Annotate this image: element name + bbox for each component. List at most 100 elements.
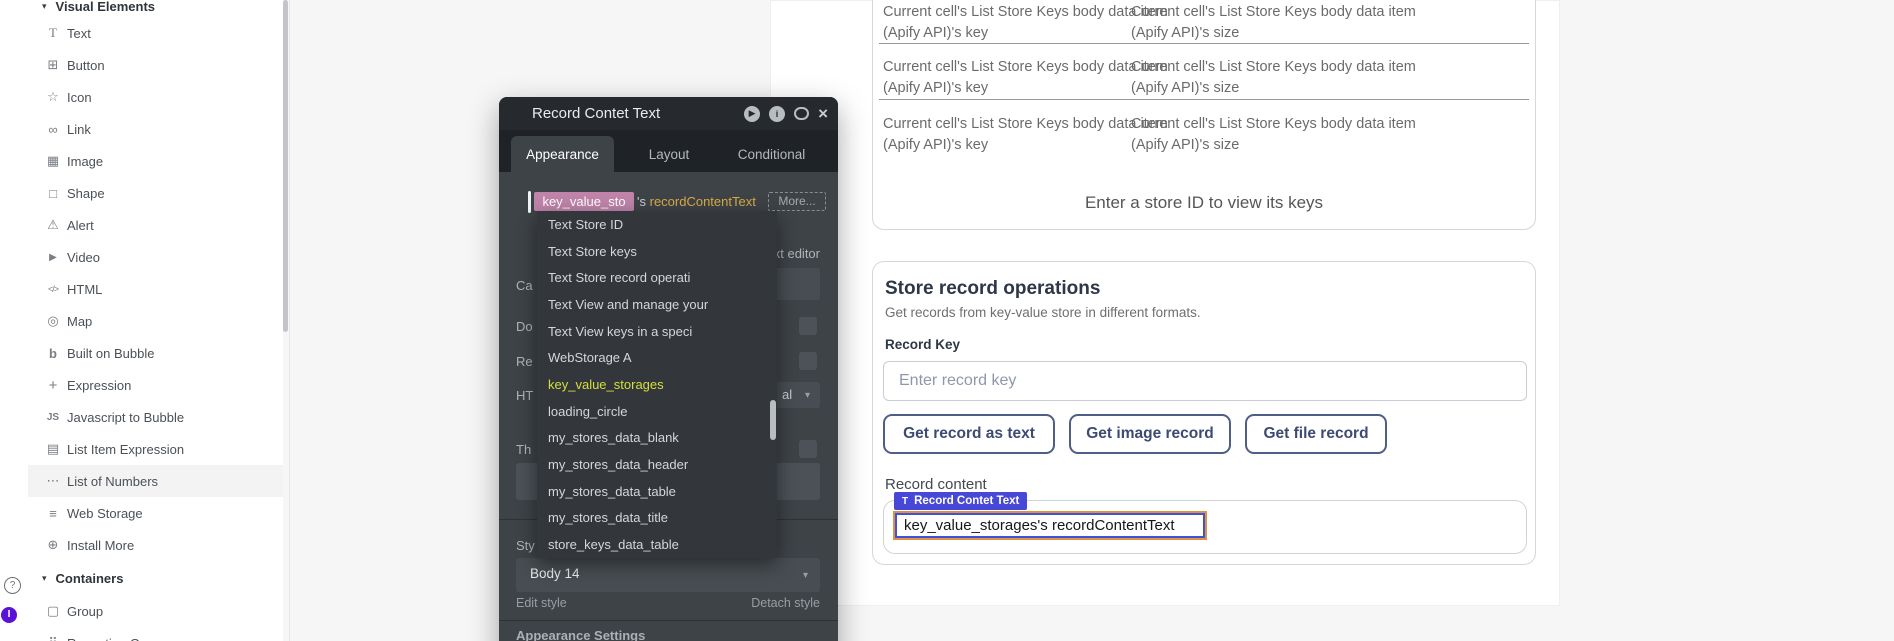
dropdown-item[interactable]: my_stores_data_title bbox=[537, 505, 777, 532]
key-cell-text[interactable]: Current cell's List Store Keys body data… bbox=[883, 2, 1168, 44]
size-cell-text[interactable]: Current cell's List Store Keys body data… bbox=[1131, 2, 1416, 44]
comment-icon[interactable] bbox=[794, 107, 809, 120]
dropdown-item[interactable]: WebStorage A bbox=[537, 344, 777, 371]
dropdown-scrollbar[interactable] bbox=[770, 400, 776, 440]
tab-layout[interactable]: Layout bbox=[629, 136, 709, 172]
text-cursor bbox=[528, 191, 531, 213]
selected-text-element[interactable]: key_value_storages's recordContentText bbox=[893, 511, 1207, 540]
expression-field[interactable]: recordContentText bbox=[650, 194, 756, 209]
appearance-settings-heading: Appearance Settings bbox=[516, 628, 645, 641]
text-icon: T bbox=[39, 25, 67, 41]
dynamic-data-dropdown: Text Store ID Text Store keys Text Store… bbox=[537, 211, 777, 558]
property-editor: Record Contet Text ▶ i × Appearance Layo… bbox=[499, 97, 838, 641]
label-partial-th: Th bbox=[516, 442, 536, 457]
sidebar-item-list-item-expression[interactable]: ▤List Item Expression bbox=[28, 433, 283, 465]
sidebar-item-map[interactable]: ◎Map bbox=[28, 305, 283, 337]
sidebar-item-icon[interactable]: ☆Icon bbox=[28, 81, 283, 113]
plus-icon: + bbox=[39, 377, 67, 394]
repeating-group-icon: ⠿ bbox=[39, 635, 67, 641]
chevron-down-icon: ▾ bbox=[803, 570, 808, 581]
selected-element-tag[interactable]: T Record Contet Text bbox=[894, 492, 1027, 510]
store-keys-card[interactable]: Current cell's List Store Keys body data… bbox=[872, 0, 1536, 230]
expression-chip[interactable]: key_value_sto bbox=[534, 192, 634, 211]
avatar[interactable]: I bbox=[1, 607, 17, 623]
checkbox[interactable] bbox=[799, 440, 817, 458]
sidebar-item-video[interactable]: ▶Video bbox=[28, 241, 283, 273]
link-icon: ∞ bbox=[39, 122, 67, 137]
dropdown-item[interactable]: my_stores_data_table bbox=[537, 478, 777, 505]
sidebar-item-repeating-group[interactable]: ⠿Repeating Group bbox=[28, 627, 283, 641]
sidebar-item-expression[interactable]: +Expression bbox=[28, 369, 283, 401]
get-file-record-button[interactable]: Get file record bbox=[1245, 414, 1387, 454]
more-token[interactable]: More... bbox=[768, 192, 826, 211]
image-icon: ▦ bbox=[39, 153, 67, 169]
possessive-text: 's bbox=[637, 194, 646, 209]
text-element-icon: T bbox=[902, 496, 908, 507]
section-visual-elements[interactable]: ▾ Visual Elements bbox=[28, 0, 283, 18]
checkbox[interactable] bbox=[799, 317, 817, 335]
key-cell-text[interactable]: Current cell's List Store Keys body data… bbox=[883, 114, 1168, 156]
preview-icon[interactable]: ▶ bbox=[744, 106, 760, 122]
sidebar-item-list-of-numbers[interactable]: ⋯List of Numbers bbox=[28, 465, 283, 497]
palette-scrollbar[interactable] bbox=[283, 0, 288, 332]
storage-icon: ≡ bbox=[39, 506, 67, 521]
edit-style-link[interactable]: Edit style bbox=[516, 596, 567, 610]
plus-circle-icon: ⊕ bbox=[39, 537, 67, 553]
row-divider bbox=[879, 99, 1529, 100]
record-key-input[interactable] bbox=[883, 361, 1527, 401]
dropdown-item[interactable]: Text View and manage your bbox=[537, 291, 777, 318]
map-pin-icon: ◎ bbox=[39, 313, 67, 329]
tab-conditional[interactable]: Conditional bbox=[724, 136, 819, 172]
get-record-as-text-button[interactable]: Get record as text bbox=[883, 414, 1055, 454]
ellipsis-icon: ⋯ bbox=[39, 473, 67, 489]
sidebar-item-alert[interactable]: ⚠Alert bbox=[28, 209, 283, 241]
record-content-label[interactable]: Record content bbox=[885, 476, 987, 493]
sidebar-item-web-storage[interactable]: ≡Web Storage bbox=[28, 497, 283, 529]
chevron-down-icon: ▾ bbox=[42, 1, 47, 12]
dropdown-item[interactable]: Text Store ID bbox=[537, 211, 777, 238]
chevron-down-icon: ▾ bbox=[42, 573, 47, 584]
sidebar-item-text[interactable]: TText bbox=[28, 17, 283, 49]
sidebar-item-group[interactable]: ▢Group bbox=[28, 595, 283, 627]
dropdown-item[interactable]: my_stores_data_header bbox=[537, 451, 777, 478]
sidebar-item-install-more[interactable]: ⊕Install More bbox=[28, 529, 283, 561]
close-icon[interactable]: × bbox=[818, 106, 828, 122]
label-partial-ht: HT bbox=[516, 388, 536, 403]
detach-style-link[interactable]: Detach style bbox=[751, 596, 820, 610]
sidebar-item-shape[interactable]: □Shape bbox=[28, 177, 283, 209]
dropdown-item[interactable]: Text Store keys bbox=[537, 238, 777, 265]
dropdown-item-highlighted[interactable]: key_value_storages bbox=[537, 371, 777, 398]
dropdown-item[interactable]: loading_circle bbox=[537, 398, 777, 425]
help-icon[interactable]: ? bbox=[4, 577, 21, 594]
record-key-label[interactable]: Record Key bbox=[885, 337, 960, 352]
tab-appearance[interactable]: Appearance bbox=[511, 136, 614, 172]
sidebar-item-html[interactable]: </>HTML bbox=[28, 273, 283, 305]
video-icon: ▶ bbox=[39, 252, 67, 263]
card-title[interactable]: Store record operations bbox=[885, 278, 1100, 300]
size-cell-text[interactable]: Current cell's List Store Keys body data… bbox=[1131, 57, 1416, 99]
row-divider bbox=[879, 43, 1529, 44]
bubble-icon: b bbox=[39, 346, 67, 361]
panel-tabbar: Appearance Layout Conditional bbox=[499, 130, 838, 172]
sidebar-item-link[interactable]: ∞Link bbox=[28, 113, 283, 145]
property-editor-header[interactable]: Record Contet Text ▶ i × bbox=[499, 97, 838, 130]
dropdown-item[interactable]: store_keys_data_table bbox=[537, 531, 777, 558]
empty-state-text[interactable]: Enter a store ID to view its keys bbox=[873, 193, 1535, 213]
alert-icon: ⚠ bbox=[39, 217, 67, 233]
store-record-operations-card[interactable]: Store record operations Get records from… bbox=[872, 261, 1536, 565]
info-icon[interactable]: i bbox=[769, 106, 785, 122]
card-subtitle[interactable]: Get records from key-value store in diff… bbox=[885, 305, 1201, 320]
size-cell-text[interactable]: Current cell's List Store Keys body data… bbox=[1131, 114, 1416, 156]
dropdown-item[interactable]: Text Store record operati bbox=[537, 264, 777, 291]
section-containers[interactable]: ▾ Containers bbox=[28, 566, 283, 590]
get-image-record-button[interactable]: Get image record bbox=[1069, 414, 1231, 454]
checkbox[interactable] bbox=[799, 352, 817, 370]
sidebar-item-button[interactable]: ⊞Button bbox=[28, 49, 283, 81]
sidebar-item-built-on-bubble[interactable]: bBuilt on Bubble bbox=[28, 337, 283, 369]
style-select[interactable]: Body 14 ▾ bbox=[516, 558, 820, 592]
sidebar-item-javascript-to-bubble[interactable]: JSJavascript to Bubble bbox=[28, 401, 283, 433]
dropdown-item[interactable]: my_stores_data_blank bbox=[537, 425, 777, 452]
dropdown-item[interactable]: Text View keys in a speci bbox=[537, 318, 777, 345]
key-cell-text[interactable]: Current cell's List Store Keys body data… bbox=[883, 57, 1168, 99]
sidebar-item-image[interactable]: ▦Image bbox=[28, 145, 283, 177]
